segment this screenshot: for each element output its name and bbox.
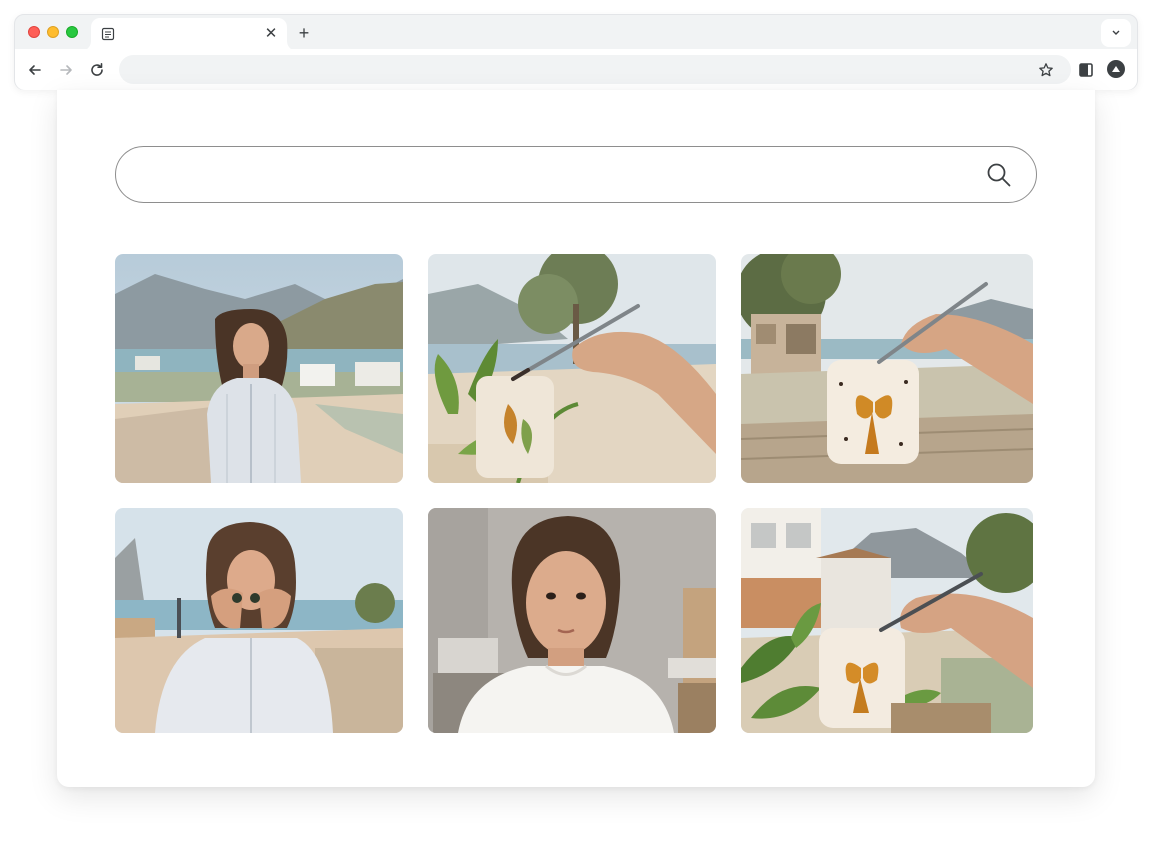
back-button[interactable] (24, 59, 46, 81)
hand-painting-candle-on-table-image (741, 254, 1033, 483)
image-tile[interactable] (115, 508, 403, 733)
image-tile[interactable] (115, 254, 403, 483)
tab-title (123, 28, 253, 42)
image-tile[interactable] (428, 254, 716, 483)
star-icon (1039, 63, 1053, 77)
woman-coastal-portrait-image (115, 254, 403, 483)
profile-avatar-icon (1112, 66, 1120, 72)
image-tile[interactable] (741, 508, 1033, 733)
profile-button[interactable] (1107, 60, 1125, 78)
bookmark-button[interactable] (1035, 59, 1057, 81)
minimize-window-button[interactable] (47, 26, 59, 38)
image-tile[interactable] (741, 254, 1033, 483)
browser-tab-active[interactable]: ✕ (91, 18, 287, 51)
search-input[interactable] (142, 163, 962, 187)
browser-window: ✕ + (14, 14, 1138, 90)
page-icon (101, 27, 115, 41)
window-controls (28, 26, 78, 38)
reload-icon (91, 63, 103, 76)
arrow-right-icon (60, 65, 72, 75)
forward-button[interactable] (55, 59, 77, 81)
reload-button[interactable] (86, 59, 108, 81)
side-panel-button[interactable] (1075, 59, 1097, 81)
address-bar[interactable] (119, 55, 1071, 84)
image-grid (115, 254, 1033, 733)
tab-close-icon[interactable]: ✕ (263, 26, 279, 42)
maximize-window-button[interactable] (66, 26, 78, 38)
arrow-left-icon (29, 65, 41, 75)
image-tile[interactable] (428, 508, 716, 733)
side-panel-icon (1079, 63, 1093, 77)
hand-painting-candle-garden-image (741, 508, 1033, 733)
woman-indoor-portrait-image (428, 508, 716, 733)
tab-search-button[interactable] (1101, 19, 1131, 47)
search-bar[interactable] (115, 146, 1037, 203)
search-icon[interactable] (986, 162, 1012, 188)
browser-toolbar (15, 49, 1137, 90)
close-window-button[interactable] (28, 26, 40, 38)
hand-painting-candle-with-leaves-image (428, 254, 716, 483)
chevron-down-icon (1112, 30, 1120, 35)
page-content (57, 90, 1095, 787)
new-tab-button[interactable]: + (294, 23, 314, 43)
woman-holding-object-to-face-image (115, 508, 403, 733)
